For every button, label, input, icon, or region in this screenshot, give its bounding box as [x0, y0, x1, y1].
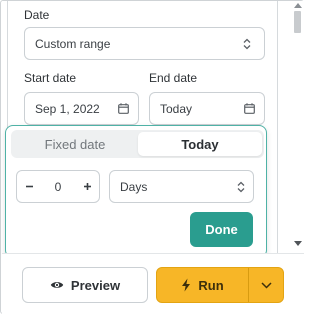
calendar-icon[interactable]	[238, 93, 260, 124]
chevron-down-icon	[260, 281, 272, 289]
done-button[interactable]: Done	[190, 212, 253, 247]
preview-label: Preview	[70, 277, 121, 293]
date-range-value: Custom range	[35, 36, 111, 51]
end-date-field[interactable]: Today	[149, 92, 265, 125]
unit-select[interactable]: Days	[109, 170, 254, 203]
tab-today[interactable]: Today	[138, 132, 262, 156]
increment-button[interactable]	[75, 171, 99, 202]
plus-icon	[83, 183, 91, 190]
offset-value[interactable]: 0	[41, 180, 75, 194]
end-date-value: Today	[160, 101, 193, 116]
relative-date-popover: Fixed date Today 0 Days Done	[5, 125, 267, 258]
minus-icon	[25, 185, 33, 188]
date-range-select[interactable]: Custom range	[24, 27, 265, 60]
action-footer: Preview Run	[2, 253, 304, 314]
run-label: Run	[198, 277, 224, 293]
sidebar-panel: Date Custom range Start date End date Se…	[0, 0, 304, 314]
scroll-up-arrow-icon[interactable]	[294, 3, 302, 8]
date-mode-toggle: Fixed date Today	[11, 130, 264, 158]
run-options-button[interactable]	[249, 268, 283, 302]
vertical-scrollbar[interactable]	[292, 1, 302, 251]
start-date-value: Sep 1, 2022	[35, 101, 100, 116]
offset-stepper: 0	[16, 170, 100, 203]
tab-fixed-date[interactable]: Fixed date	[13, 132, 137, 156]
eye-icon	[50, 280, 64, 290]
end-date-label: End date	[149, 71, 198, 85]
scroll-down-arrow-icon[interactable]	[294, 241, 302, 246]
chevron-updown-icon	[236, 28, 258, 59]
start-date-field[interactable]: Sep 1, 2022	[24, 92, 139, 125]
start-date-label: Start date	[24, 71, 77, 85]
preview-button[interactable]: Preview	[22, 267, 148, 303]
lightning-bolt-icon	[181, 278, 191, 292]
chevron-updown-icon	[229, 181, 253, 193]
calendar-icon[interactable]	[112, 93, 134, 124]
decrement-button[interactable]	[17, 171, 41, 202]
date-label: Date	[24, 8, 50, 22]
unit-value: Days	[120, 179, 148, 194]
run-split-button: Run	[156, 267, 284, 303]
run-button[interactable]: Run	[157, 268, 249, 302]
scrollbar-thumb[interactable]	[294, 11, 301, 33]
